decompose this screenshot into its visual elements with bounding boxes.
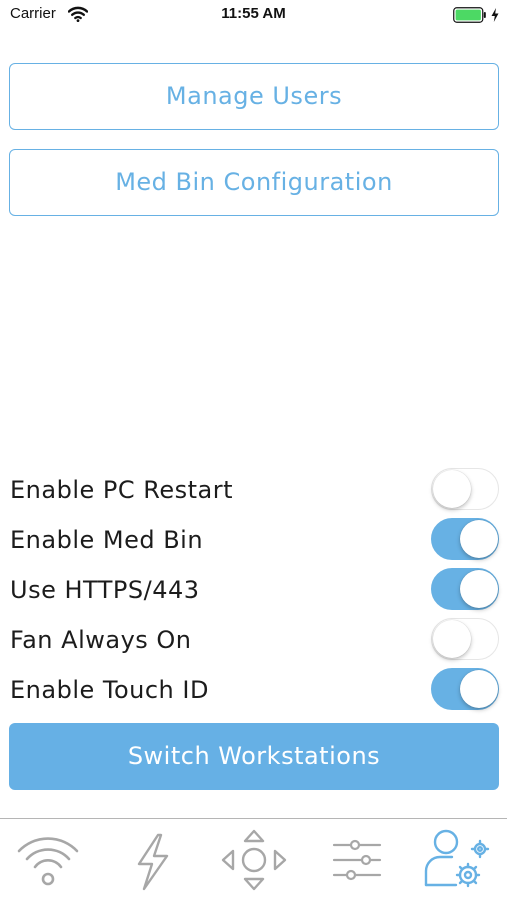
toggle-knob — [432, 619, 471, 658]
wifi-icon — [17, 837, 79, 886]
tab-wifi[interactable] — [13, 827, 83, 893]
toggle-knob — [432, 469, 471, 508]
setting-label: Enable Med Bin — [10, 526, 204, 554]
toggle-knob — [459, 669, 498, 708]
fan-always-on-toggle[interactable] — [431, 618, 499, 660]
setting-label: Use HTTPS/443 — [10, 576, 200, 604]
user-settings-icon — [424, 829, 490, 888]
tab-user-settings[interactable] — [420, 827, 490, 893]
setting-row-fan-always-on: Fan Always On — [0, 616, 507, 666]
setting-label: Fan Always On — [10, 626, 192, 654]
charging-bolt-icon — [490, 7, 500, 23]
tab-settings[interactable] — [322, 827, 392, 893]
clock: 11:55 AM — [221, 5, 286, 22]
switch-workstations-button[interactable]: Switch Workstations — [9, 723, 499, 790]
setting-row-enable-med-bin: Enable Med Bin — [0, 516, 507, 566]
toggle-knob — [459, 519, 498, 558]
setting-row-use-https: Use HTTPS/443 — [0, 566, 507, 616]
lightning-icon — [137, 833, 169, 891]
sliders-icon — [332, 839, 382, 881]
enable-med-bin-toggle[interactable] — [431, 518, 499, 560]
use-https-toggle[interactable] — [431, 568, 499, 610]
enable-pc-restart-toggle[interactable] — [431, 468, 499, 510]
tab-power[interactable] — [117, 827, 187, 893]
setting-label: Enable Touch ID — [10, 676, 209, 704]
toggle-knob — [459, 569, 498, 608]
tab-controls[interactable] — [219, 827, 289, 893]
setting-row-enable-touch-id: Enable Touch ID — [0, 666, 507, 716]
setting-row-enable-pc-restart: Enable PC Restart — [0, 466, 507, 516]
status-bar: Carrier 11:55 AM — [0, 0, 507, 30]
battery-icon — [453, 7, 487, 23]
tab-bar — [0, 818, 507, 900]
directional-pad-icon — [221, 829, 287, 891]
setting-label: Enable PC Restart — [10, 476, 233, 504]
manage-users-button[interactable]: Manage Users — [9, 63, 499, 130]
med-bin-configuration-button[interactable]: Med Bin Configuration — [9, 149, 499, 216]
enable-touch-id-toggle[interactable] — [431, 668, 499, 710]
